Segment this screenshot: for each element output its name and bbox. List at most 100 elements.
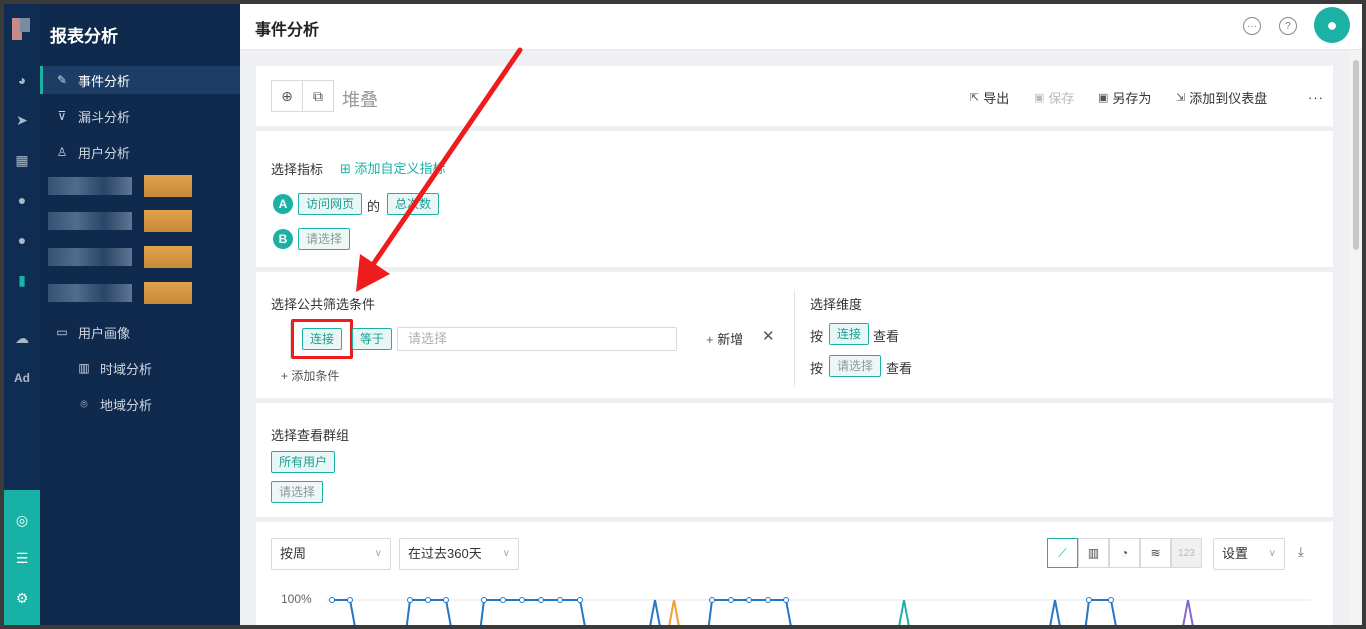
sidebar-item-region-analysis[interactable]: ⌾ 地域分析 xyxy=(40,390,240,418)
funnel-icon: ⊽ xyxy=(57,109,67,123)
metric-b-badge: B xyxy=(273,229,293,249)
metric-a-measure-select[interactable]: 总次数 xyxy=(387,193,440,215)
person-icon[interactable]: ● xyxy=(10,188,34,212)
group-all-users-tag[interactable]: 所有用户 xyxy=(271,451,336,473)
data-point[interactable] xyxy=(538,597,544,603)
data-point[interactable] xyxy=(557,597,563,603)
save-as-button[interactable]: ▣ 另存为 xyxy=(1098,86,1151,108)
chart-name[interactable]: 堆叠 xyxy=(342,86,378,112)
metrics-card: 选择指标 ⊞ 添加自定义指标 A 访问网页 的 总次数 B 请选择 xyxy=(256,131,1333,267)
data-point[interactable] xyxy=(1108,597,1114,603)
dimension-row1-prefix: 按 xyxy=(810,329,824,344)
pie-chart-icon[interactable]: ◔ xyxy=(1109,538,1140,568)
series-line-teal xyxy=(898,599,910,625)
avatar[interactable]: ● xyxy=(1314,7,1350,43)
data-point[interactable] xyxy=(407,597,413,603)
data-point[interactable] xyxy=(347,597,353,603)
network-icon[interactable]: ◎ xyxy=(10,508,34,532)
series-line-purple xyxy=(1182,599,1194,625)
data-point[interactable] xyxy=(709,597,715,603)
add-circle-icon[interactable]: ⊕ xyxy=(271,80,303,112)
help-icon[interactable]: ? xyxy=(1279,17,1297,35)
redacted-nav-item[interactable] xyxy=(48,210,232,232)
add-custom-metric-button[interactable]: ⊞ 添加自定义指标 xyxy=(340,158,446,177)
more-menu-icon[interactable]: ··· xyxy=(1308,86,1324,108)
sidebar-item-label: 地域分析 xyxy=(100,397,153,413)
data-point[interactable] xyxy=(329,597,335,603)
number-view-button[interactable]: 123 xyxy=(1171,538,1202,568)
ad-icon[interactable]: Ad xyxy=(10,366,34,390)
filter-value-input[interactable]: 请选择 xyxy=(397,327,677,351)
sidebar-item-event-analysis[interactable]: ✎ 事件分析 xyxy=(40,66,240,94)
range-select[interactable]: 在过去360天 ∨ xyxy=(399,538,519,570)
data-point[interactable] xyxy=(746,597,752,603)
group-select[interactable]: 请选择 xyxy=(271,481,324,503)
export-button[interactable]: ⇱ 导出 xyxy=(970,86,1009,108)
sidebar-title: 报表分析 xyxy=(50,27,118,46)
dimension-label: 选择维度 xyxy=(810,297,863,312)
sidebar-item-label: 事件分析 xyxy=(78,73,131,89)
add-condition-button[interactable]: + 添加条件 xyxy=(281,367,339,384)
sidebar-item-user-analysis[interactable]: ♙ 用户分析 xyxy=(40,138,240,166)
close-icon[interactable]: ✕ xyxy=(762,327,775,345)
user-icon: ♙ xyxy=(56,145,68,159)
data-point[interactable] xyxy=(1086,597,1092,603)
filter-operator-select[interactable]: 等于 xyxy=(352,328,393,350)
settings-label: 设置 xyxy=(1222,546,1249,561)
send-icon[interactable]: ➤ xyxy=(10,108,34,132)
data-point[interactable] xyxy=(765,597,771,603)
bookmark-icon[interactable]: ⧉ xyxy=(302,80,334,112)
save-button[interactable]: ▣ 保存 xyxy=(1034,86,1074,108)
metric-a-badge: A xyxy=(273,194,293,214)
chat-icon[interactable]: ··· xyxy=(1243,17,1261,35)
data-point[interactable] xyxy=(425,597,431,603)
metric-a-event-select[interactable]: 访问网页 xyxy=(298,193,363,215)
edit-icon: ✎ xyxy=(56,73,68,87)
vertical-scrollbar[interactable] xyxy=(1350,50,1362,625)
app-window: ◕ ➤ ▦ ● ● ▮ ☁ Ad ◎ ☰ ⚙ 报表分析 ✎ 事件分析 ⊽ 漏斗分… xyxy=(4,4,1362,625)
redacted-nav-item[interactable] xyxy=(48,175,232,197)
period-value: 按周 xyxy=(280,546,307,561)
data-point[interactable] xyxy=(519,597,525,603)
app-logo xyxy=(12,18,30,40)
series-line-blue xyxy=(332,599,1117,625)
period-select[interactable]: 按周 ∨ xyxy=(271,538,391,570)
filter-label: 选择公共筛选条件 xyxy=(271,297,376,312)
server-icon[interactable]: ☰ xyxy=(10,546,34,570)
wechat-icon[interactable]: ☁ xyxy=(10,326,34,350)
users-icon[interactable]: ● xyxy=(10,228,34,252)
sidebar-item-time-analysis[interactable]: ▥ 时域分析 xyxy=(40,354,240,382)
toolbar-card: ⊕ ⧉ 堆叠 ⇱ 导出 ▣ 保存 ▣ 另存为 ⇲ 添加到仪表盘 ··· xyxy=(256,66,1333,126)
download-icon[interactable]: ⤓ xyxy=(1298,544,1304,560)
dimension-row1-select[interactable]: 连接 xyxy=(829,323,870,345)
dashboard-icon[interactable]: ◕ xyxy=(10,68,34,92)
area-chart-icon[interactable]: ≋ xyxy=(1140,538,1171,568)
data-point[interactable] xyxy=(500,597,506,603)
sidebar-item-user-portrait[interactable]: ▭ 用户画像 xyxy=(40,318,240,346)
settings-dropdown[interactable]: 设置 ∨ xyxy=(1213,538,1285,570)
chevron-down-icon: ∨ xyxy=(502,548,510,559)
dimension-row2-select[interactable]: 请选择 xyxy=(829,355,882,377)
metric-b-event-select[interactable]: 请选择 xyxy=(298,228,351,250)
chart-card: 按周 ∨ 在过去360天 ∨ ⟋ ▥ ◔ ≋ 123 设置 ∨ ⤓ 100% xyxy=(256,522,1333,625)
export-icon: ⇱ xyxy=(970,91,980,104)
redacted-nav-item[interactable] xyxy=(48,246,232,268)
add-new-filter-button[interactable]: + 新增 xyxy=(706,329,743,348)
range-value: 在过去360天 xyxy=(408,546,482,561)
data-point[interactable] xyxy=(481,597,487,603)
data-point[interactable] xyxy=(783,597,789,603)
metrics-label: 选择指标 xyxy=(271,162,324,177)
scrollbar-thumb[interactable] xyxy=(1353,60,1359,250)
redacted-nav-item[interactable] xyxy=(48,282,232,304)
analytics-icon[interactable]: ▮ xyxy=(10,268,34,292)
sidebar-item-funnel-analysis[interactable]: ⊽ 漏斗分析 xyxy=(40,102,240,130)
data-point[interactable] xyxy=(577,597,583,603)
add-dashboard-label: 添加到仪表盘 xyxy=(1189,90,1268,106)
gear-icon[interactable]: ⚙ xyxy=(10,586,34,610)
data-point[interactable] xyxy=(443,597,449,603)
bar-chart-icon[interactable]: ▥ xyxy=(1078,538,1109,568)
data-point[interactable] xyxy=(728,597,734,603)
layout-icon[interactable]: ▦ xyxy=(10,148,34,172)
line-chart-icon[interactable]: ⟋ xyxy=(1047,538,1078,568)
add-to-dashboard-button[interactable]: ⇲ 添加到仪表盘 xyxy=(1176,86,1267,108)
